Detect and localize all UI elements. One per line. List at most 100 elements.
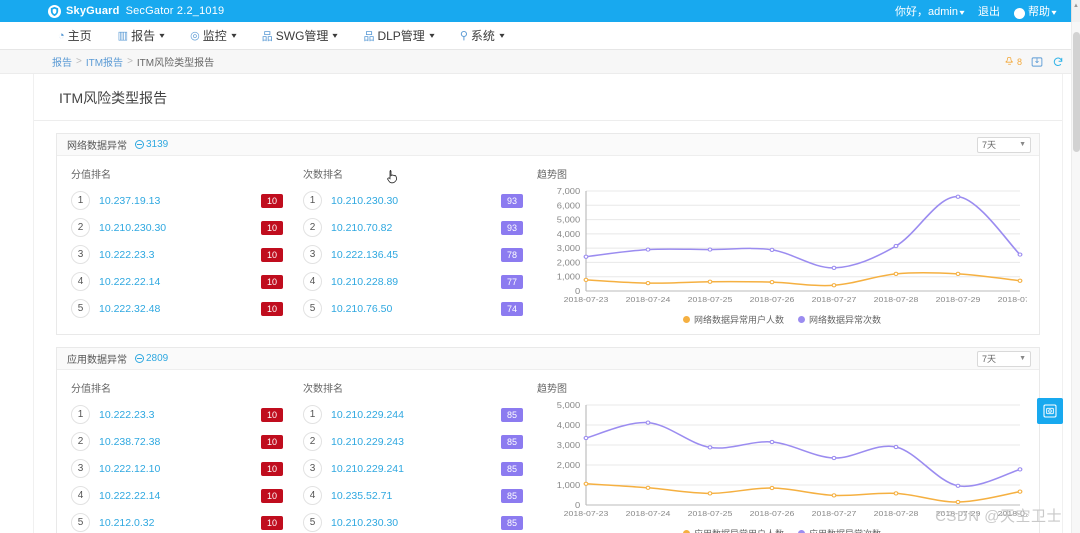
list-item[interactable]: 5 10.212.0.32 10 bbox=[71, 509, 297, 533]
ip-link[interactable]: 10.210.229.243 bbox=[331, 436, 404, 448]
logout-link[interactable]: 退出 bbox=[978, 3, 1000, 19]
card-header: 应用数据异常 2809 7天 ▼ bbox=[57, 348, 1039, 370]
nav-item-home[interactable]: ◔ 主页 bbox=[58, 27, 92, 44]
status-badge: 10 bbox=[261, 434, 283, 449]
time-range-select[interactable]: 7天 ▼ bbox=[977, 350, 1031, 367]
score-rank-column: 分值排名 1 10.237.19.13 10 2 10.210.230.30 1… bbox=[57, 166, 297, 326]
ip-link[interactable]: 10.238.72.38 bbox=[99, 436, 160, 448]
page-scrollbar[interactable] bbox=[1071, 22, 1080, 533]
list-item[interactable]: 5 10.210.76.50 74 bbox=[303, 295, 537, 322]
status-badge: 85 bbox=[501, 461, 523, 476]
list-item[interactable]: 2 10.210.70.82 93 bbox=[303, 214, 537, 241]
list-item[interactable]: 4 10.210.228.89 77 bbox=[303, 268, 537, 295]
svg-text:2018-07-28: 2018-07-28 bbox=[874, 296, 919, 304]
legend-item[interactable]: 应用数据异常次数 bbox=[798, 527, 881, 533]
ip-link[interactable]: 10.222.22.14 bbox=[99, 276, 160, 288]
rank-number: 1 bbox=[303, 191, 322, 210]
refresh-icon[interactable] bbox=[1052, 56, 1064, 68]
nav-item-reports[interactable]: ▥ 报告 ▾ bbox=[118, 27, 165, 44]
scrollbar-thumb[interactable] bbox=[1073, 32, 1080, 152]
report-card-network-data-anomaly: 网络数据异常 3139 7天 ▼ 分值排名 1 10.237.19.13 10 … bbox=[56, 133, 1040, 335]
ip-link[interactable]: 10.210.230.30 bbox=[331, 195, 398, 207]
time-range-select[interactable]: 7天 ▼ bbox=[977, 136, 1031, 153]
list-item[interactable]: 5 10.222.32.48 10 bbox=[71, 295, 297, 322]
list-item[interactable]: 3 10.222.12.10 10 bbox=[71, 455, 297, 482]
ip-link[interactable]: 10.210.229.241 bbox=[331, 463, 404, 475]
nav-item-dlp[interactable]: 品 DLP管理 ▾ bbox=[363, 27, 434, 44]
count-rank-label: 次数排名 bbox=[303, 170, 343, 181]
list-item[interactable]: 4 10.222.22.14 10 bbox=[71, 268, 297, 295]
rank-number: 4 bbox=[71, 486, 90, 505]
list-item[interactable]: 2 10.238.72.38 10 bbox=[71, 428, 297, 455]
ip-link[interactable]: 10.222.136.45 bbox=[331, 249, 398, 261]
ip-link[interactable]: 10.235.52.71 bbox=[331, 490, 392, 502]
legend-item[interactable]: 网络数据异常次数 bbox=[798, 313, 881, 326]
product-version: SecGator 2.2_1019 bbox=[125, 5, 225, 17]
list-item[interactable]: 3 10.210.229.241 85 bbox=[303, 455, 537, 482]
ip-link[interactable]: 10.210.230.30 bbox=[99, 222, 166, 234]
report-card-application-data-anomaly: 应用数据异常 2809 7天 ▼ 分值排名 1 10.222.23.3 10 2… bbox=[56, 347, 1040, 533]
screenshot-tool-button[interactable] bbox=[1037, 398, 1063, 424]
status-badge: 74 bbox=[501, 301, 523, 316]
rank-number: 4 bbox=[71, 272, 90, 291]
alert-count-icon[interactable]: 8 bbox=[1004, 56, 1022, 67]
ip-link[interactable]: 10.210.76.50 bbox=[331, 303, 392, 315]
status-badge: 10 bbox=[261, 220, 283, 235]
svg-text:3,000: 3,000 bbox=[557, 244, 581, 253]
svg-text:2018-07-24: 2018-07-24 bbox=[626, 510, 671, 518]
ip-link[interactable]: 10.222.22.14 bbox=[99, 490, 160, 502]
status-badge: 77 bbox=[501, 274, 523, 289]
rank-number: 5 bbox=[71, 513, 90, 532]
list-item[interactable]: 4 10.222.22.14 10 bbox=[71, 482, 297, 509]
scrollbar-up-arrow[interactable] bbox=[1071, 0, 1080, 22]
breadcrumb-item-itm-reports[interactable]: ITM报告 bbox=[86, 54, 123, 69]
list-item[interactable]: 3 10.222.23.3 10 bbox=[71, 241, 297, 268]
list-item[interactable]: 2 10.210.230.30 10 bbox=[71, 214, 297, 241]
list-item[interactable]: 1 10.210.229.244 85 bbox=[303, 401, 537, 428]
top-bar: SkyGuard SecGator 2.2_1019 你好，admin▾ 退出 … bbox=[0, 0, 1080, 22]
legend-item[interactable]: 应用数据异常用户人数 bbox=[682, 527, 784, 533]
ip-link[interactable]: 10.222.23.3 bbox=[99, 249, 154, 261]
svg-text:5,000: 5,000 bbox=[557, 215, 581, 224]
chevron-down-icon: ▾ bbox=[332, 31, 339, 40]
list-item[interactable]: 4 10.235.52.71 85 bbox=[303, 482, 537, 509]
legend-label: 应用数据异常次数 bbox=[809, 527, 881, 533]
legend-item[interactable]: 网络数据异常用户人数 bbox=[682, 313, 784, 326]
rank-number: 1 bbox=[303, 405, 322, 424]
ip-link[interactable]: 10.222.12.10 bbox=[99, 463, 160, 475]
nav-item-system[interactable]: ⚲ 系统 ▾ bbox=[459, 27, 505, 44]
wrench-icon: ⚲ bbox=[459, 30, 468, 42]
count-rank-column: 次数排名 1 10.210.229.244 85 2 10.210.229.24… bbox=[297, 380, 537, 533]
user-greeting[interactable]: 你好，admin▾ bbox=[895, 3, 965, 19]
ip-link[interactable]: 10.210.228.89 bbox=[331, 276, 398, 288]
status-badge: 10 bbox=[261, 193, 283, 208]
svg-text:2,000: 2,000 bbox=[557, 461, 581, 470]
export-icon[interactable] bbox=[1031, 56, 1043, 68]
list-item[interactable]: 5 10.210.230.30 85 bbox=[303, 509, 537, 533]
list-item[interactable]: 1 10.237.19.13 10 bbox=[71, 187, 297, 214]
card-body: 分值排名 1 10.222.23.3 10 2 10.238.72.38 10 … bbox=[57, 370, 1039, 533]
nav-item-monitor[interactable]: ◎ 监控 ▾ bbox=[190, 27, 236, 44]
ip-link[interactable]: 10.210.70.82 bbox=[331, 222, 392, 234]
score-rank-label: 分值排名 bbox=[71, 170, 111, 181]
ip-link[interactable]: 10.210.230.30 bbox=[331, 517, 398, 529]
breadcrumb-separator: > bbox=[76, 56, 82, 67]
ip-link[interactable]: 10.212.0.32 bbox=[99, 517, 154, 529]
list-item[interactable]: 2 10.210.229.243 85 bbox=[303, 428, 537, 455]
ip-link[interactable]: 10.222.32.48 bbox=[99, 303, 160, 315]
list-item[interactable]: 3 10.222.136.45 78 bbox=[303, 241, 537, 268]
brand-logo[interactable]: SkyGuard bbox=[48, 4, 120, 18]
ip-link[interactable]: 10.237.19.13 bbox=[99, 195, 160, 207]
svg-text:2018-07-24: 2018-07-24 bbox=[626, 296, 671, 304]
help-menu[interactable]: ? 帮助▾ bbox=[1013, 3, 1057, 19]
rank-number: 5 bbox=[303, 513, 322, 532]
status-badge: 85 bbox=[501, 434, 523, 449]
ip-link[interactable]: 10.222.23.3 bbox=[99, 409, 154, 421]
list-item[interactable]: 1 10.222.23.3 10 bbox=[71, 401, 297, 428]
clock-icon: ◔ bbox=[58, 29, 65, 42]
list-item[interactable]: 1 10.210.230.30 93 bbox=[303, 187, 537, 214]
nav-item-swg[interactable]: 品 SWG管理 ▾ bbox=[262, 27, 338, 44]
ip-link[interactable]: 10.210.229.244 bbox=[331, 409, 404, 421]
breadcrumb-item-reports[interactable]: 报告 bbox=[52, 54, 72, 69]
card-title: 应用数据异常 bbox=[67, 355, 127, 366]
